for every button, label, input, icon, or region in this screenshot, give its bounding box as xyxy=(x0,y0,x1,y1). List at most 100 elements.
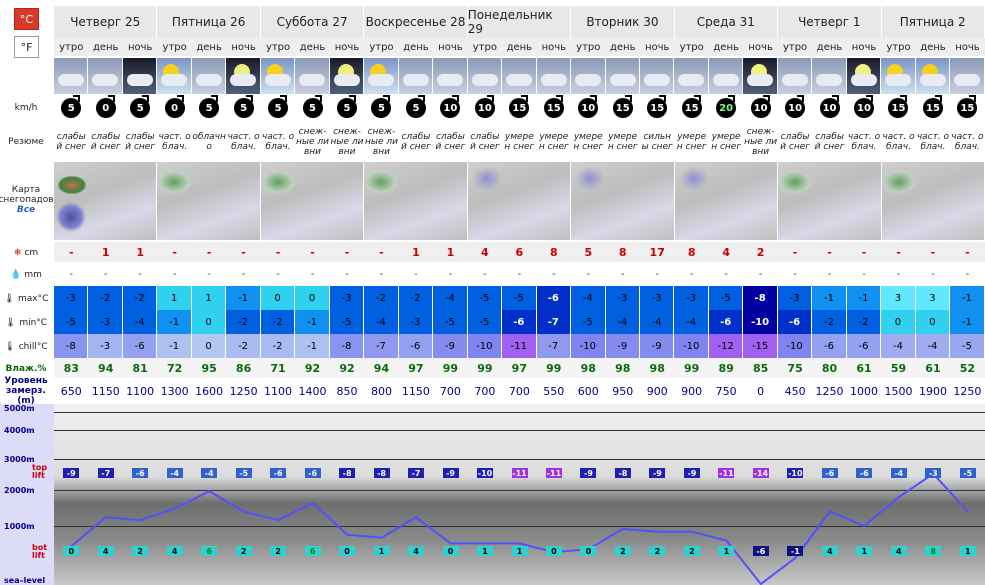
min-temp-cell: -1 xyxy=(295,310,330,334)
min-temp-label-group: 🌡 min°C xyxy=(0,312,52,334)
weather-icon xyxy=(502,58,537,94)
freezing-level-label: Уровень замерз. (m) xyxy=(0,376,52,406)
windchill-cell: -10 xyxy=(467,334,503,358)
windchill-cell: -10 xyxy=(571,334,606,358)
humidity-cell: 92 xyxy=(339,361,355,375)
day-header[interactable]: Пятница 2 xyxy=(881,6,985,38)
cloud-icon xyxy=(506,74,533,86)
windchill-cell: -9 xyxy=(605,334,640,358)
summary-cell: слабый снег xyxy=(56,132,87,152)
wind-cell: 5 xyxy=(330,95,364,120)
snow-map-row xyxy=(54,162,985,240)
humidity-cell: 61 xyxy=(856,361,872,375)
rain-cell: - xyxy=(483,268,487,280)
snow-map-all-link[interactable]: Все xyxy=(17,205,35,215)
humidity-cell: 99 xyxy=(546,361,562,375)
windchill-cell: -8 xyxy=(329,334,365,358)
max-temp-cell: -5 xyxy=(467,286,503,310)
fahrenheit-button[interactable]: °F xyxy=(14,36,39,58)
min-temp-cell: -4 xyxy=(364,310,399,334)
wind-cell: 5 xyxy=(364,95,398,120)
celsius-button[interactable]: °C xyxy=(14,8,39,30)
snow-map-thumbnail[interactable] xyxy=(778,162,882,240)
bottom-lift-temp: 2 xyxy=(683,546,700,556)
max-temp-cell: -1 xyxy=(846,286,882,310)
weather-icon xyxy=(364,58,399,94)
humidity-cell: 89 xyxy=(718,361,734,375)
snow-map-thumbnail[interactable] xyxy=(54,162,158,240)
top-lift-temp: -11 xyxy=(718,468,735,478)
min-temp-cell: -2 xyxy=(846,310,882,334)
snow-map-thumbnail[interactable] xyxy=(364,162,468,240)
wind-arrow-icon: 20 xyxy=(716,95,737,118)
day-header[interactable]: Суббота 27 xyxy=(260,6,365,38)
freezing-level-cell: 850 xyxy=(336,384,358,398)
wind-cell: 10 xyxy=(571,95,605,120)
freezing-level-cell: 1250 xyxy=(953,384,982,398)
day-header[interactable]: Среда 31 xyxy=(674,6,779,38)
freezing-level-cell: 0 xyxy=(757,384,765,398)
windchill-cell: -6 xyxy=(398,334,434,358)
snow-map-thumbnail[interactable] xyxy=(571,162,675,240)
snow-map-thumbnail[interactable] xyxy=(467,162,572,240)
cloud-icon xyxy=(437,74,464,86)
summary-cell: част. облач. xyxy=(158,132,191,152)
wind-cell: 15 xyxy=(606,95,640,120)
day-header[interactable]: Четверг 25 xyxy=(54,6,158,38)
top-lift-label: top lift xyxy=(32,463,48,480)
humidity-row: 83 94 81 72 95 86 71 92 92 94 97 99 99 97 99 98 98 98 99 89… xyxy=(54,358,985,378)
snow-map-thumbnail[interactable] xyxy=(260,162,365,240)
day-header[interactable]: Понедельник 29 xyxy=(467,6,572,38)
cloud-icon xyxy=(643,74,670,86)
summary-cell: част. облач. xyxy=(847,132,881,152)
day-header[interactable]: Вторник 30 xyxy=(571,6,675,38)
snow-map-thumbnail[interactable] xyxy=(157,162,261,240)
max-temp-cell: -1 xyxy=(950,286,985,310)
time-of-day-cell: утро xyxy=(59,41,84,53)
rain-cell: - xyxy=(207,268,211,280)
windchill-cell: -10 xyxy=(777,334,813,358)
weather-icon xyxy=(398,58,434,94)
time-of-day-cell: ночь xyxy=(231,41,256,53)
snow-cell: 4 xyxy=(722,245,730,259)
summary-cell: умерен снег xyxy=(676,132,707,152)
day-header[interactable]: Четверг 1 xyxy=(778,6,882,38)
freezing-level-cell: 950 xyxy=(612,384,634,398)
top-lift-temp: -5 xyxy=(235,468,252,478)
snow-map-thumbnail[interactable] xyxy=(674,162,779,240)
top-lift-temp: -11 xyxy=(545,468,562,478)
snow-map-thumbnail[interactable] xyxy=(881,162,985,240)
rain-cell: - xyxy=(103,268,108,280)
min-temp-row: -5 -3 -4 -1 0 -2 -2 -1 -5 -4 -3 -5 -5 -6 -7 -5 -4 -4 -4 -6-… xyxy=(54,310,985,334)
time-of-day-cell: день xyxy=(713,41,739,53)
rain-label-group: 💧 mm xyxy=(0,266,52,284)
weather-icon xyxy=(881,58,916,94)
weather-icon xyxy=(226,58,261,94)
snow-cell: - xyxy=(861,245,867,259)
humidity-cell: 80 xyxy=(821,361,838,375)
max-temp-cell: -3 xyxy=(639,286,675,310)
max-temp-cell: -4 xyxy=(571,286,606,310)
max-temp-cell: 3 xyxy=(915,286,951,310)
time-of-day-cell: ночь xyxy=(955,41,980,53)
windchill-cell: -9 xyxy=(639,334,675,358)
cloud-icon xyxy=(368,74,395,86)
snow-cell: - xyxy=(68,245,74,259)
time-of-day-cell: утро xyxy=(782,41,808,53)
min-temp-cell: -2 xyxy=(260,310,296,334)
min-temp-cell: 0 xyxy=(915,310,951,334)
day-header[interactable]: Воскресенье 28 xyxy=(364,6,468,38)
snow-cell: - xyxy=(206,245,212,259)
wind-arrow-icon: 15 xyxy=(681,95,702,118)
cloud-icon xyxy=(712,74,739,86)
day-header[interactable]: Пятница 26 xyxy=(157,6,261,38)
snow-cell: 5 xyxy=(584,245,593,259)
rain-cell: - xyxy=(586,268,591,280)
top-lift-temp: -9 xyxy=(649,468,666,478)
bottom-lift-temp: -1 xyxy=(787,546,804,556)
wind-arrow-icon: 15 xyxy=(957,95,978,118)
bottom-lift-temp: 4 xyxy=(890,546,907,556)
rain-cell: - xyxy=(862,268,866,280)
rain-cell: - xyxy=(758,268,763,280)
windchill-row: -8 -3 -6 -1 0 -2 -2 -1 -8 -7 -6 -9 -10 -11 -7 -10 -9 -9 -1… xyxy=(54,334,985,358)
